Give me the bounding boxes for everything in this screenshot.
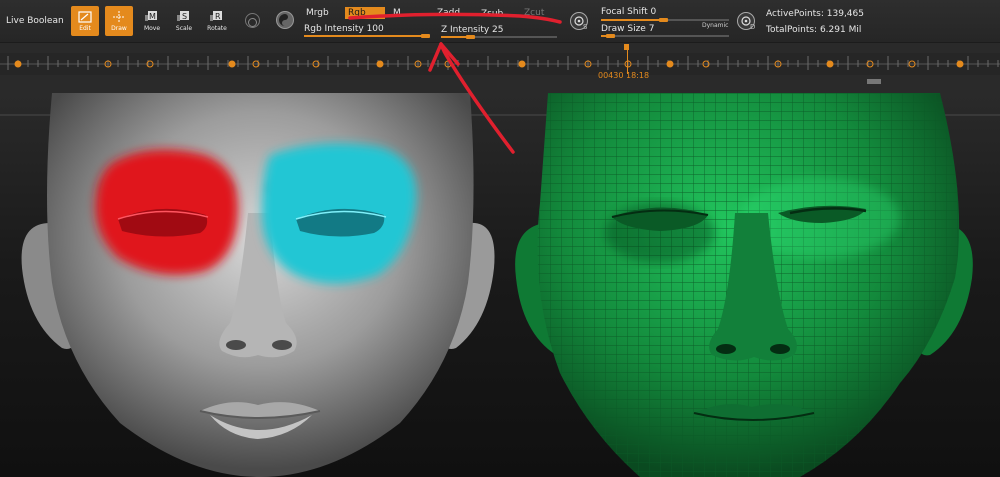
green-mesh-head-model[interactable] [515,93,980,477]
edit-button[interactable]: Edit [71,6,99,36]
timeline-scroll-handle[interactable] [867,79,881,84]
total-points: TotalPoints: 6.291 Mil [766,25,862,35]
viewport-canvas[interactable] [0,93,1000,477]
draw-size-label: Draw Size 7 [601,24,655,34]
timeline-keyframe[interactable] [826,60,834,68]
rotate-button[interactable]: R Rotate [203,6,231,36]
timeline-keyframe[interactable] [228,60,236,68]
rgb-intensity-label: Rgb Intensity 100 [304,24,384,34]
grey-head-model[interactable] [21,93,495,477]
svg-text:M: M [149,12,156,21]
focal-shift-knob[interactable] [659,18,668,22]
svg-text:S: S [182,12,187,21]
z-intensity-label: Z Intensity 25 [441,25,504,35]
zsub-button[interactable]: Zsub [478,8,503,20]
edit-icon [78,11,92,23]
m-button[interactable]: M [390,7,401,19]
zcut-button[interactable]: Zcut [521,7,544,19]
live-boolean-button[interactable]: Live Boolean [6,16,64,26]
s-icon-letter: S [583,23,588,31]
timeline-time-readout: 00430 18:18 [598,71,650,80]
timeline-playhead[interactable] [624,44,629,50]
mrgb-button[interactable]: Mrgb [303,7,329,19]
scale-button[interactable]: S Scale [170,6,198,36]
active-points: ActivePoints: 139,465 [766,9,864,19]
timeline-track[interactable] [0,43,1000,93]
timeline-keyframe[interactable] [518,60,526,68]
draw-button[interactable]: Draw [105,6,133,36]
dynamic-toggle[interactable]: Dynamic [702,22,728,29]
zadd-button[interactable]: Zadd [434,7,460,19]
3d-viewport[interactable] [0,93,1000,477]
svg-text:R: R [215,12,221,21]
timeline-keyframe[interactable] [14,60,22,68]
draw-size-knob[interactable] [606,34,615,38]
lightbox-icon[interactable] [276,11,294,29]
draw-size-slider[interactable] [601,35,729,37]
top-toolbar: Live Boolean Edit Draw M Move S Scale R … [0,0,1000,43]
focal-shift-label: Focal Shift 0 [601,7,657,17]
rotate-icon: R [210,11,222,21]
scale-icon: S [177,11,189,21]
move-button[interactable]: M Move [138,6,166,36]
d-icon-letter: D [750,23,756,31]
rgb-intensity-knob[interactable] [421,34,430,38]
rgb-button[interactable]: Rgb [345,7,385,19]
move-icon: M [145,11,157,21]
draw-icon [113,11,125,23]
timeline-keyframe[interactable] [956,60,964,68]
timeline-bar[interactable]: 00430 18:18 [0,43,1000,93]
timeline-keyframe[interactable] [666,60,674,68]
z-intensity-knob[interactable] [466,35,475,39]
spotlight-icon[interactable] [245,13,260,28]
timeline-keyframe[interactable] [376,60,384,68]
